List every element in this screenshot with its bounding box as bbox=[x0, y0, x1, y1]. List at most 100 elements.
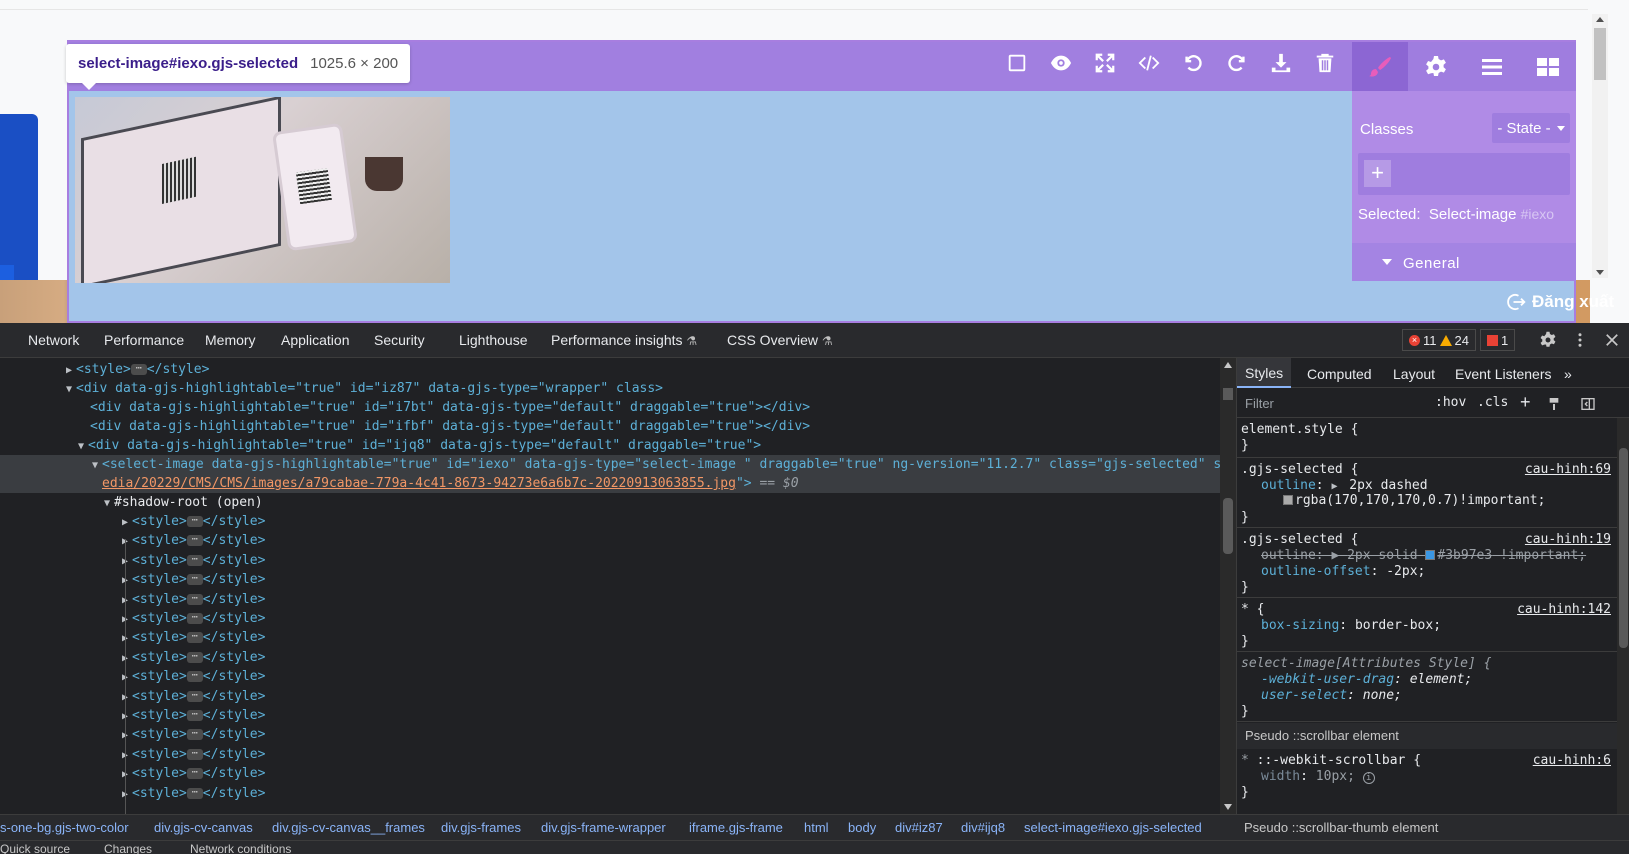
ellipsis-icon[interactable]: ⋯ bbox=[186, 729, 203, 741]
tab-event-listeners[interactable]: Event Listeners bbox=[1455, 366, 1552, 382]
dom-line-shadow-style[interactable]: ▶<style>⋯</style> bbox=[0, 531, 1220, 550]
dom-line-ijq8[interactable]: ▼ <div data-gjs-highlightable="true" id="… bbox=[0, 436, 1220, 455]
dom-line-shadow-style[interactable]: ▶<style>⋯</style> bbox=[0, 725, 1220, 744]
crumb-iframe[interactable]: iframe.gjs-frame bbox=[689, 820, 783, 835]
dom-line-shadow-style[interactable]: ▶<style>⋯</style> bbox=[0, 764, 1220, 783]
ellipsis-icon[interactable]: ⋯ bbox=[186, 516, 203, 527]
crumb-select-image[interactable]: select-image#iexo.gjs-selected bbox=[1024, 820, 1202, 835]
download-icon[interactable] bbox=[1259, 46, 1303, 80]
dom-line-shadow-style[interactable]: ▶<style>⋯</style> bbox=[0, 590, 1220, 609]
crumb-html[interactable]: html bbox=[804, 820, 829, 835]
expand-triangle-icon[interactable]: ▶ bbox=[122, 629, 132, 648]
rule-decl-box-sizing[interactable]: box-sizing: border-box; bbox=[1261, 618, 1441, 634]
ellipsis-icon[interactable]: ⋯ bbox=[186, 535, 203, 547]
code-icon[interactable] bbox=[1127, 46, 1171, 80]
expand-triangle-icon[interactable]: ▶ bbox=[122, 571, 132, 590]
rule-decl-user-select[interactable]: user-select: none; bbox=[1261, 688, 1402, 704]
eye-icon[interactable] bbox=[1039, 46, 1083, 80]
rule-gjs-selected-1[interactable]: .gjs-selected { cau-hinh:69 outline: ▶ 2… bbox=[1237, 458, 1617, 528]
dom-line-shadow-style[interactable]: ▶<style>⋯</style> bbox=[0, 551, 1220, 570]
dom-src-link[interactable]: edia/20229/CMS/CMS/images/a79cabae-779a-… bbox=[102, 476, 736, 491]
expand-triangle-icon[interactable]: ▶ bbox=[122, 726, 132, 745]
ellipsis-icon[interactable]: ⋯ bbox=[186, 671, 203, 683]
collapse-triangle-icon[interactable]: ▼ bbox=[104, 494, 114, 513]
ellipsis-icon[interactable]: ⋯ bbox=[186, 768, 203, 780]
tab-styles[interactable]: Styles bbox=[1237, 358, 1292, 388]
styles-scroll-thumb[interactable] bbox=[1619, 448, 1628, 648]
menu-icon[interactable] bbox=[1464, 42, 1520, 91]
dom-line-shadow-style[interactable]: ▶<style>⋯</style> bbox=[0, 784, 1220, 803]
close-icon[interactable] bbox=[1602, 329, 1622, 351]
expand-triangle-icon[interactable]: ▶ bbox=[122, 746, 132, 765]
ellipsis-icon[interactable]: ⋯ bbox=[186, 613, 203, 624]
rule-attributes-style[interactable]: select-image[Attributes Style] { -webkit… bbox=[1237, 652, 1617, 722]
issues-counter[interactable]: × 11 24 1 bbox=[1402, 329, 1516, 351]
dom-line-shadow-style[interactable]: ▶<style>⋯</style> bbox=[0, 609, 1220, 628]
select-image-preview[interactable] bbox=[75, 97, 450, 283]
dom-line-shadow-style[interactable]: ▶<style>⋯</style> bbox=[0, 512, 1220, 531]
rule-gjs-selected-2[interactable]: .gjs-selected { cau-hinh:19 outline: ▶ 2… bbox=[1237, 528, 1617, 598]
new-rule-button[interactable]: + bbox=[1520, 392, 1531, 413]
dom-line-shadow-root[interactable]: ▼ #shadow-root (open) bbox=[0, 493, 1220, 512]
dom-line-shadow-style[interactable]: ▶<style>⋯</style> bbox=[0, 706, 1220, 725]
rule-source-link[interactable]: cau-hinh:69 bbox=[1525, 462, 1611, 478]
expand-triangle-icon[interactable]: ▶ bbox=[122, 513, 132, 532]
rule-source-link[interactable]: cau-hinh:142 bbox=[1517, 602, 1611, 618]
tab-network[interactable]: Network bbox=[28, 332, 79, 348]
rule-decl-user-drag[interactable]: -webkit-user-drag: element; bbox=[1261, 672, 1472, 688]
rule-decl-width[interactable]: width: 10px; i bbox=[1261, 769, 1375, 785]
color-swatch[interactable] bbox=[1283, 495, 1293, 505]
collapse-triangle-icon[interactable]: ▼ bbox=[92, 456, 102, 475]
state-dropdown[interactable]: - State - bbox=[1492, 113, 1570, 143]
errors-badge[interactable]: × 11 24 bbox=[1402, 329, 1476, 351]
settings-gear-icon[interactable] bbox=[1538, 329, 1558, 351]
dom-line-style[interactable]: ▶ <style> ⋯ </style> bbox=[0, 360, 1220, 379]
crumb-two-color[interactable]: s-one-bg.gjs-two-color bbox=[0, 820, 129, 835]
crumb-ijq8[interactable]: div#ijq8 bbox=[961, 820, 1005, 835]
expand-triangle-icon[interactable]: ▶ bbox=[122, 765, 132, 784]
crumb-cv-canvas[interactable]: div.gjs-cv-canvas bbox=[154, 820, 253, 835]
class-tags-box[interactable]: + bbox=[1358, 153, 1570, 195]
trash-icon[interactable] bbox=[1303, 46, 1347, 80]
tab-application[interactable]: Application bbox=[281, 332, 350, 348]
more-tabs-icon[interactable]: » bbox=[1564, 366, 1572, 382]
crumb-body[interactable]: body bbox=[848, 820, 876, 835]
ellipsis-icon[interactable]: ⋯ bbox=[186, 787, 203, 799]
general-sector[interactable]: General bbox=[1352, 243, 1576, 281]
paint-bucket-icon[interactable] bbox=[1547, 396, 1563, 412]
expand-triangle-icon[interactable]: ▶ bbox=[66, 361, 76, 380]
expand-triangle-icon[interactable]: ▶ bbox=[122, 688, 132, 707]
undo-icon[interactable] bbox=[1171, 46, 1215, 80]
expand-triangle-icon[interactable]: ▶ bbox=[122, 649, 132, 668]
scroll-down-icon[interactable] bbox=[1596, 270, 1604, 275]
tab-computed[interactable]: Computed bbox=[1307, 366, 1372, 382]
issues-badge[interactable]: 1 bbox=[1479, 329, 1516, 351]
ellipsis-icon[interactable]: ⋯ bbox=[186, 574, 203, 586]
dom-line-shadow-style[interactable]: ▶<style>⋯</style> bbox=[0, 570, 1220, 589]
elements-scroll-thumb[interactable] bbox=[1223, 498, 1233, 554]
square-icon[interactable] bbox=[995, 46, 1039, 80]
elements-tree[interactable]: ▶ <style> ⋯ </style> ▼ <div data-gjs-highlig… bbox=[0, 358, 1220, 814]
rule-universal[interactable]: * { cau-hinh:142 box-sizing: border-box;… bbox=[1237, 598, 1617, 652]
styles-scrollbar[interactable] bbox=[1617, 418, 1629, 814]
scroll-down-icon[interactable] bbox=[1224, 804, 1232, 810]
tab-lighthouse[interactable]: Lighthouse bbox=[459, 332, 528, 348]
ellipsis-icon[interactable]: ⋯ bbox=[186, 651, 203, 663]
crumb-cv-canvas-frames[interactable]: div.gjs-cv-canvas__frames bbox=[272, 820, 425, 835]
drawer-tab-changes[interactable]: Changes bbox=[104, 842, 152, 854]
ellipsis-icon[interactable]: ⋯ bbox=[186, 690, 203, 702]
rule-decl-outline-color[interactable]: rgba(170,170,170,0.7)!important; bbox=[1283, 493, 1545, 509]
expand-triangle-icon[interactable]: ▶ bbox=[122, 668, 132, 687]
rule-element-style[interactable]: element.style { } bbox=[1237, 418, 1617, 458]
tab-layout[interactable]: Layout bbox=[1393, 366, 1435, 382]
redo-icon[interactable] bbox=[1215, 46, 1259, 80]
scroll-up-icon[interactable] bbox=[1224, 362, 1232, 368]
dom-line-shadow-style[interactable]: ▶<style>⋯</style> bbox=[0, 745, 1220, 764]
expand-triangle-icon[interactable]: ▶ bbox=[122, 610, 132, 629]
drawer-tab-quick-source[interactable]: Quick source bbox=[0, 842, 70, 854]
cls-toggle[interactable]: .cls bbox=[1477, 395, 1508, 410]
info-icon[interactable]: i bbox=[1362, 772, 1375, 784]
crumb-gjs-frames[interactable]: div.gjs-frames bbox=[441, 820, 521, 835]
gear-icon[interactable] bbox=[1408, 42, 1464, 91]
dom-line-shadow-style[interactable]: ▶<style>⋯</style> bbox=[0, 648, 1220, 667]
